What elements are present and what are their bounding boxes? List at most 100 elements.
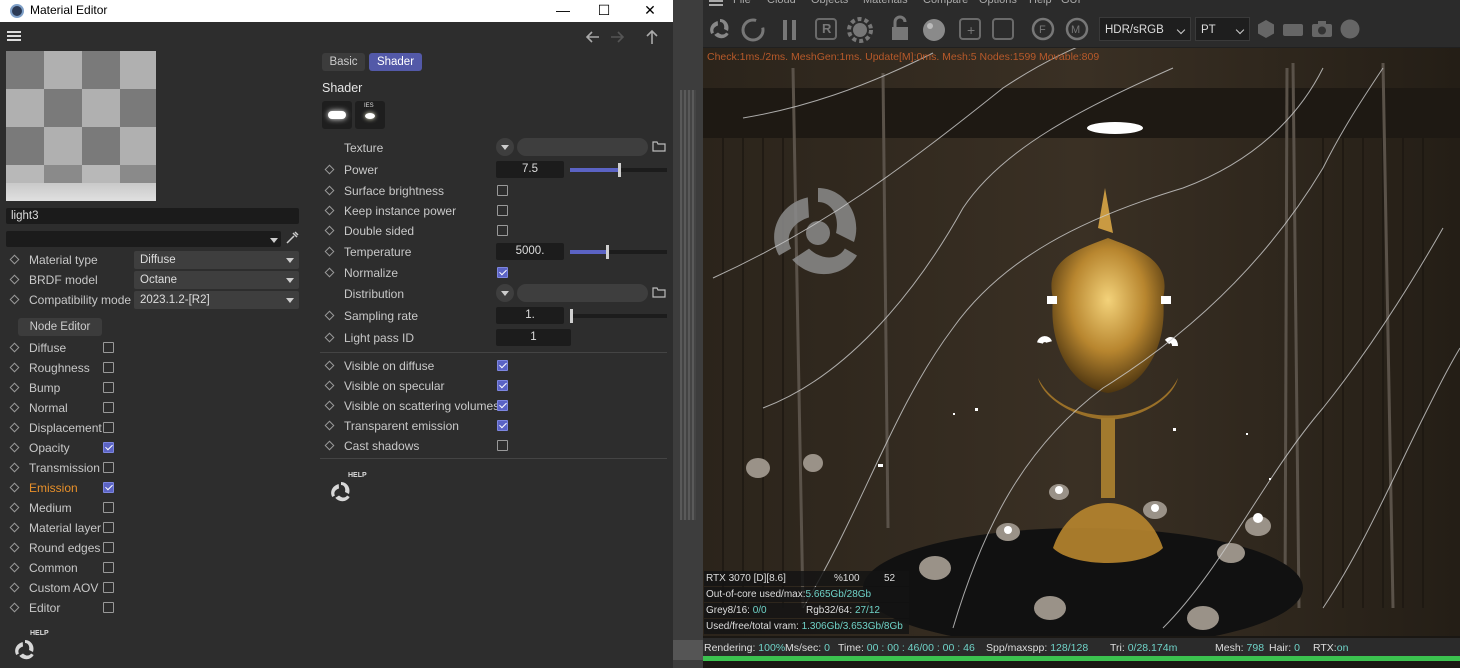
menu-item[interactable]: Materials <box>863 0 908 6</box>
power-slider-knob[interactable] <box>618 163 621 177</box>
keyframe-diamond-icon[interactable] <box>9 562 20 573</box>
pause-icon[interactable] <box>780 17 800 43</box>
hamburger-menu-icon[interactable] <box>7 31 21 42</box>
visibility-checkbox[interactable] <box>497 420 508 431</box>
texture-slot[interactable] <box>517 138 648 156</box>
material-ball-icon[interactable] <box>921 16 949 44</box>
channel-label[interactable]: Editor <box>29 601 60 615</box>
compatibility-mode-dropdown[interactable]: 2023.1.2-[R2] <box>134 291 299 309</box>
back-arrow-icon[interactable] <box>585 31 599 43</box>
visibility-checkbox[interactable] <box>497 380 508 391</box>
eyedropper-icon[interactable] <box>284 230 300 246</box>
keyframe-diamond-icon[interactable] <box>9 482 20 493</box>
temperature-slider-knob[interactable] <box>606 245 609 259</box>
channel-label[interactable]: Bump <box>29 381 60 395</box>
channel-label[interactable]: Emission <box>29 481 78 495</box>
hexagon-icon[interactable] <box>1256 19 1276 39</box>
keep-instance-power-checkbox[interactable] <box>497 205 508 216</box>
keyframe-diamond-icon[interactable] <box>9 422 20 433</box>
keyframe-diamond-icon[interactable] <box>9 274 20 285</box>
channel-checkbox[interactable] <box>103 522 114 533</box>
brdf-model-dropdown[interactable]: Octane <box>134 271 299 289</box>
menu-item[interactable]: Help <box>1029 0 1052 6</box>
light-pass-id-input[interactable]: 1 <box>496 329 571 346</box>
visibility-checkbox[interactable] <box>497 400 508 411</box>
channel-checkbox[interactable] <box>103 482 114 493</box>
keyframe-diamond-icon[interactable] <box>324 267 335 278</box>
channel-label[interactable]: Roughness <box>29 361 90 375</box>
channel-label[interactable]: Common <box>29 561 78 575</box>
channel-label[interactable]: Transmission <box>29 461 100 475</box>
folder-icon[interactable] <box>652 286 666 298</box>
layer-dropdown-caret-icon[interactable] <box>270 238 278 243</box>
keyframe-diamond-icon[interactable] <box>9 294 20 305</box>
keyframe-diamond-icon[interactable] <box>324 246 335 257</box>
up-arrow-icon[interactable] <box>646 29 658 44</box>
film-region-icon[interactable] <box>992 18 1014 40</box>
channel-checkbox[interactable] <box>103 382 114 393</box>
keyframe-diamond-icon[interactable] <box>324 205 335 216</box>
folder-icon[interactable] <box>652 140 666 152</box>
keyframe-diamond-icon[interactable] <box>324 310 335 321</box>
channel-checkbox[interactable] <box>103 442 114 453</box>
sampling-rate-input[interactable]: 1. <box>496 307 564 324</box>
channel-label[interactable]: Opacity <box>29 441 70 455</box>
settings-gear-icon[interactable] <box>846 16 874 44</box>
distribution-slot[interactable] <box>517 284 648 302</box>
keyframe-diamond-icon[interactable] <box>324 185 335 196</box>
menu-item[interactable]: GUI <box>1061 0 1081 6</box>
channel-label[interactable]: Displacement <box>29 421 102 435</box>
channel-label[interactable]: Custom AOV <box>29 581 98 595</box>
texture-menu-button[interactable] <box>496 138 514 156</box>
material-name-field[interactable]: light3 <box>6 208 299 224</box>
channel-label[interactable]: Medium <box>29 501 72 515</box>
keyframe-diamond-icon[interactable] <box>9 582 20 593</box>
keyframe-diamond-icon[interactable] <box>324 400 335 411</box>
sampling-rate-slider[interactable] <box>570 314 667 318</box>
tab-basic[interactable]: Basic <box>322 53 365 71</box>
sampling-rate-slider-knob[interactable] <box>570 309 573 323</box>
add-region-icon[interactable]: + <box>959 18 981 40</box>
record-icon[interactable] <box>1339 18 1361 40</box>
keyframe-diamond-icon[interactable] <box>9 254 20 265</box>
octane-help-logo-icon[interactable] <box>324 474 364 514</box>
keyframe-diamond-icon[interactable] <box>324 420 335 431</box>
channel-checkbox[interactable] <box>103 422 114 433</box>
octane-logo-icon[interactable] <box>708 17 732 41</box>
keyframe-diamond-icon[interactable] <box>9 522 20 533</box>
keyframe-diamond-icon[interactable] <box>9 462 20 473</box>
maximize-button[interactable]: ☐ <box>581 0 627 22</box>
keyframe-diamond-icon[interactable] <box>324 360 335 371</box>
node-editor-button[interactable]: Node Editor <box>18 318 102 336</box>
region-render-icon[interactable]: R <box>815 18 837 40</box>
menu-item[interactable]: Objects <box>811 0 848 6</box>
channel-label[interactable]: Diffuse <box>29 341 66 355</box>
channel-checkbox[interactable] <box>103 582 114 593</box>
keyframe-diamond-icon[interactable] <box>9 502 20 513</box>
channel-checkbox[interactable] <box>103 542 114 553</box>
surface-brightness-checkbox[interactable] <box>497 185 508 196</box>
keyframe-diamond-icon[interactable] <box>9 362 20 373</box>
channel-checkbox[interactable] <box>103 502 114 513</box>
camera-icon[interactable] <box>1311 18 1333 40</box>
material-picker-icon[interactable]: M <box>1064 16 1090 42</box>
keyframe-diamond-icon[interactable] <box>324 225 335 236</box>
color-space-select[interactable]: HDR/sRGB <box>1099 17 1191 41</box>
material-preview[interactable] <box>6 51 156 201</box>
power-input[interactable]: 7.5 <box>496 161 564 178</box>
channel-label[interactable]: Normal <box>29 401 68 415</box>
minimize-button[interactable]: — <box>540 0 586 22</box>
clay-mode-icon[interactable] <box>1283 24 1303 36</box>
emission-blackbody-button[interactable] <box>322 101 352 129</box>
channel-checkbox[interactable] <box>103 602 114 613</box>
keyframe-diamond-icon[interactable] <box>324 440 335 451</box>
tab-shader[interactable]: Shader <box>369 53 422 71</box>
keyframe-diamond-icon[interactable] <box>324 380 335 391</box>
close-button[interactable]: ✕ <box>627 0 673 22</box>
forward-arrow-icon[interactable] <box>611 31 625 43</box>
visibility-checkbox[interactable] <box>497 440 508 451</box>
restart-render-icon[interactable] <box>740 17 766 43</box>
emission-texture-button[interactable]: IES <box>355 101 385 129</box>
material-type-dropdown[interactable]: Diffuse <box>134 251 299 269</box>
lock-icon[interactable] <box>889 15 911 43</box>
